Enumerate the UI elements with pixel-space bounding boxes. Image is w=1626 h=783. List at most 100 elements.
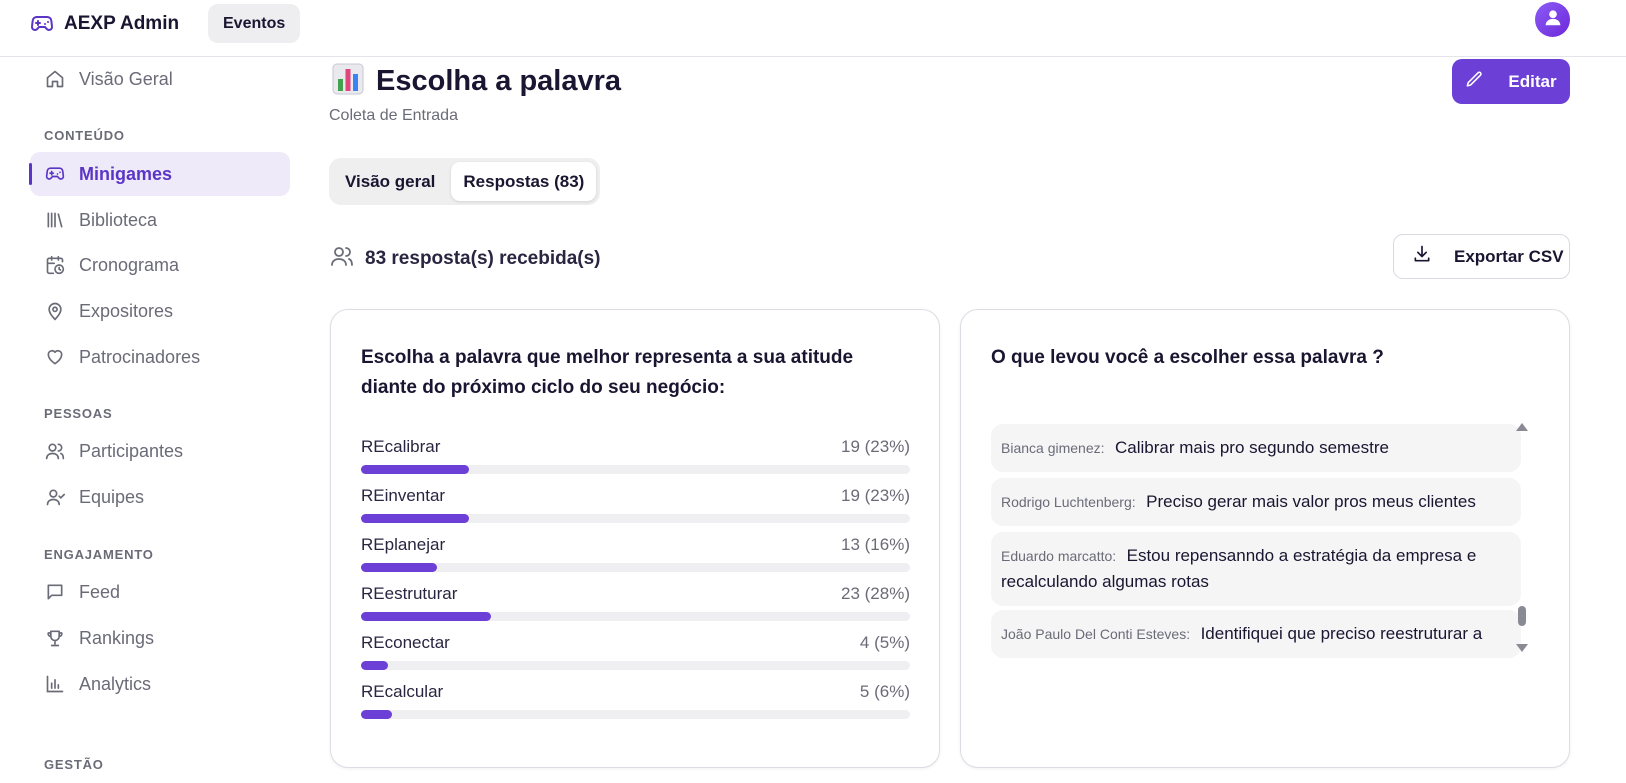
calendar-clock-icon: [45, 255, 65, 275]
sidebar-item-patrocinadores[interactable]: Patrocinadores: [30, 335, 290, 379]
sidebar-item-analytics[interactable]: Analytics: [30, 662, 290, 706]
export-csv-label: Exportar CSV: [1454, 246, 1564, 266]
option-row: REcalibrar 19 (23%): [361, 437, 910, 477]
sidebar-item-label: Analytics: [79, 673, 152, 694]
option-row: REplanejar 13 (16%): [361, 535, 910, 575]
option-bar-track: [361, 514, 910, 523]
answer-item: Eduardo marcatto: Estou repensanndo a es…: [991, 532, 1521, 606]
page-subtitle: Coleta de Entrada: [329, 107, 458, 124]
option-bar-fill: [361, 612, 491, 621]
sidebar-item-biblioteca[interactable]: Biblioteca: [30, 198, 290, 242]
option-bar-track: [361, 612, 910, 621]
option-bar-fill: [361, 661, 388, 670]
bar-chart-emoji-icon: [332, 63, 364, 100]
section-title-pessoas: PESSOAS: [44, 406, 113, 421]
message-square-icon: [45, 582, 65, 602]
answer-item: Bianca gimenez: Calibrar mais pro segund…: [991, 424, 1521, 472]
sidebar-item-label: Expositores: [79, 300, 174, 321]
heart-icon: [45, 347, 65, 367]
option-bar-track: [361, 563, 910, 572]
section-title-engajamento: ENGAJAMENTO: [44, 547, 154, 562]
answer-author: Eduardo marcatto:: [1001, 548, 1117, 564]
user-icon: [1542, 6, 1564, 33]
option-label: REconectar: [361, 633, 450, 652]
team-icon: [45, 487, 65, 507]
option-row: REinventar 19 (23%): [361, 486, 910, 526]
option-label: REcalibrar: [361, 437, 441, 456]
tab-visao-geral[interactable]: Visão geral: [333, 162, 447, 201]
option-label: REcalcular: [361, 682, 444, 701]
pencil-icon: [1465, 70, 1484, 94]
option-row: REconectar 4 (5%): [361, 633, 910, 673]
gamepad-icon: [30, 12, 54, 36]
section-title-gestao: GESTÃO: [44, 757, 104, 772]
top-bar: AEXP Admin Eventos: [0, 0, 1626, 57]
users-icon: [45, 441, 65, 461]
option-bar-fill: [361, 710, 392, 719]
sidebar-item-cronograma[interactable]: Cronograma: [30, 243, 290, 287]
sidebar-item-label: Cronograma: [79, 254, 180, 275]
tab-respostas[interactable]: Respostas (83): [451, 162, 597, 201]
sidebar: Visão Geral CONTEÚDO Minigames Bibliotec…: [0, 57, 300, 783]
section-title-conteudo: CONTEÚDO: [44, 128, 125, 143]
option-label: REplanejar: [361, 535, 446, 554]
download-icon: [1412, 244, 1432, 269]
answer-text: Calibrar mais pro segundo semestre: [1114, 438, 1389, 457]
question-card-choice: Escolha a palavra que melhor representa …: [330, 309, 940, 768]
option-bar-fill: [361, 514, 469, 523]
sidebar-item-feed[interactable]: Feed: [30, 570, 290, 614]
app-name: AEXP Admin: [64, 13, 180, 34]
option-value: 19 (23%): [841, 437, 910, 456]
scroll-up-arrow[interactable]: [1516, 423, 1528, 431]
answer-text: Preciso gerar mais valor pros meus clien…: [1146, 492, 1476, 511]
answer-item: Rodrigo Luchtenberg: Preciso gerar mais …: [991, 478, 1521, 526]
sidebar-item-label: Rankings: [79, 627, 155, 648]
option-bar-fill: [361, 563, 437, 572]
page-header: Escolha a palavra: [332, 63, 621, 100]
sidebar-item-label: Visão Geral: [79, 68, 173, 89]
responses-summary: 83 resposta(s) recebida(s): [330, 244, 601, 274]
answer-author: Bianca gimenez:: [1001, 440, 1105, 456]
export-csv-button[interactable]: Exportar CSV: [1393, 234, 1570, 279]
sidebar-item-label: Equipes: [79, 486, 145, 507]
option-row: REcalcular 5 (6%): [361, 682, 910, 722]
scrollbar-thumb[interactable]: [1518, 606, 1526, 626]
option-bar-track: [361, 465, 910, 474]
option-value: 4 (5%): [859, 633, 910, 652]
option-value: 5 (6%): [859, 682, 910, 701]
answer-item: João Paulo Del Conti Esteves: Identifiqu…: [991, 610, 1521, 658]
answer-text: Identifiquei que preciso reestruturar a: [1200, 624, 1483, 643]
sidebar-item-expositores[interactable]: Expositores: [30, 289, 290, 333]
sidebar-item-label: Patrocinadores: [79, 346, 201, 367]
trophy-icon: [45, 628, 65, 648]
map-pin-icon: [45, 301, 65, 321]
avatar[interactable]: [1535, 2, 1570, 37]
sidebar-item-minigames[interactable]: Minigames: [29, 152, 290, 196]
edit-button[interactable]: Editar: [1452, 59, 1570, 104]
sidebar-item-participantes[interactable]: Participantes: [30, 429, 290, 473]
responses-count-text: 83 resposta(s) recebida(s): [365, 248, 601, 269]
sidebar-item-label: Participantes: [79, 440, 184, 461]
nav-eventos[interactable]: Eventos: [208, 4, 301, 43]
answer-author: João Paulo Del Conti Esteves:: [1001, 626, 1191, 642]
option-row: REestruturar 23 (28%): [361, 584, 910, 624]
sidebar-item-equipes[interactable]: Equipes: [30, 475, 290, 519]
option-label: REestruturar: [361, 584, 458, 603]
gamepad-icon: [45, 164, 65, 184]
option-bar-track: [361, 710, 910, 719]
brand[interactable]: AEXP Admin: [30, 12, 179, 36]
sidebar-item-visao-geral[interactable]: Visão Geral: [30, 57, 290, 101]
question-text: O que levou você a escolher essa palavra…: [991, 347, 1384, 368]
sidebar-item-label: Feed: [79, 581, 121, 602]
home-icon: [45, 69, 65, 89]
edit-button-label: Editar: [1508, 71, 1557, 91]
option-bar-track: [361, 661, 910, 670]
option-value: 23 (28%): [841, 584, 910, 603]
option-value: 13 (16%): [841, 535, 910, 554]
answer-list[interactable]: Bianca gimenez: Calibrar mais pro segund…: [991, 424, 1541, 664]
sidebar-item-rankings[interactable]: Rankings: [30, 616, 290, 660]
sidebar-item-label: Minigames: [79, 163, 173, 184]
scroll-down-arrow[interactable]: [1516, 644, 1528, 652]
page-title: Escolha a palavra: [376, 65, 622, 97]
library-icon: [45, 210, 65, 230]
